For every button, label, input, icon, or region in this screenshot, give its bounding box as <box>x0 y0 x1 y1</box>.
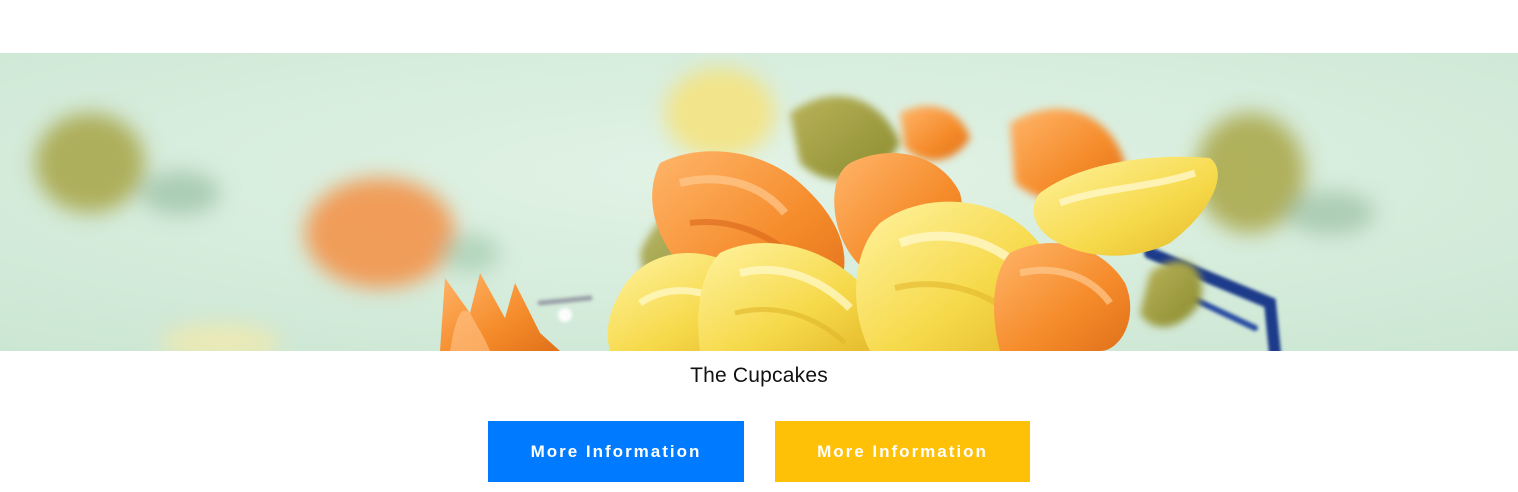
hero-image <box>0 53 1518 351</box>
more-information-button-primary[interactable]: More Information <box>488 421 744 482</box>
card-caption: The Cupcakes <box>690 364 828 387</box>
pasta-photo <box>0 53 1518 351</box>
more-information-button-warning[interactable]: More Information <box>775 421 1030 482</box>
